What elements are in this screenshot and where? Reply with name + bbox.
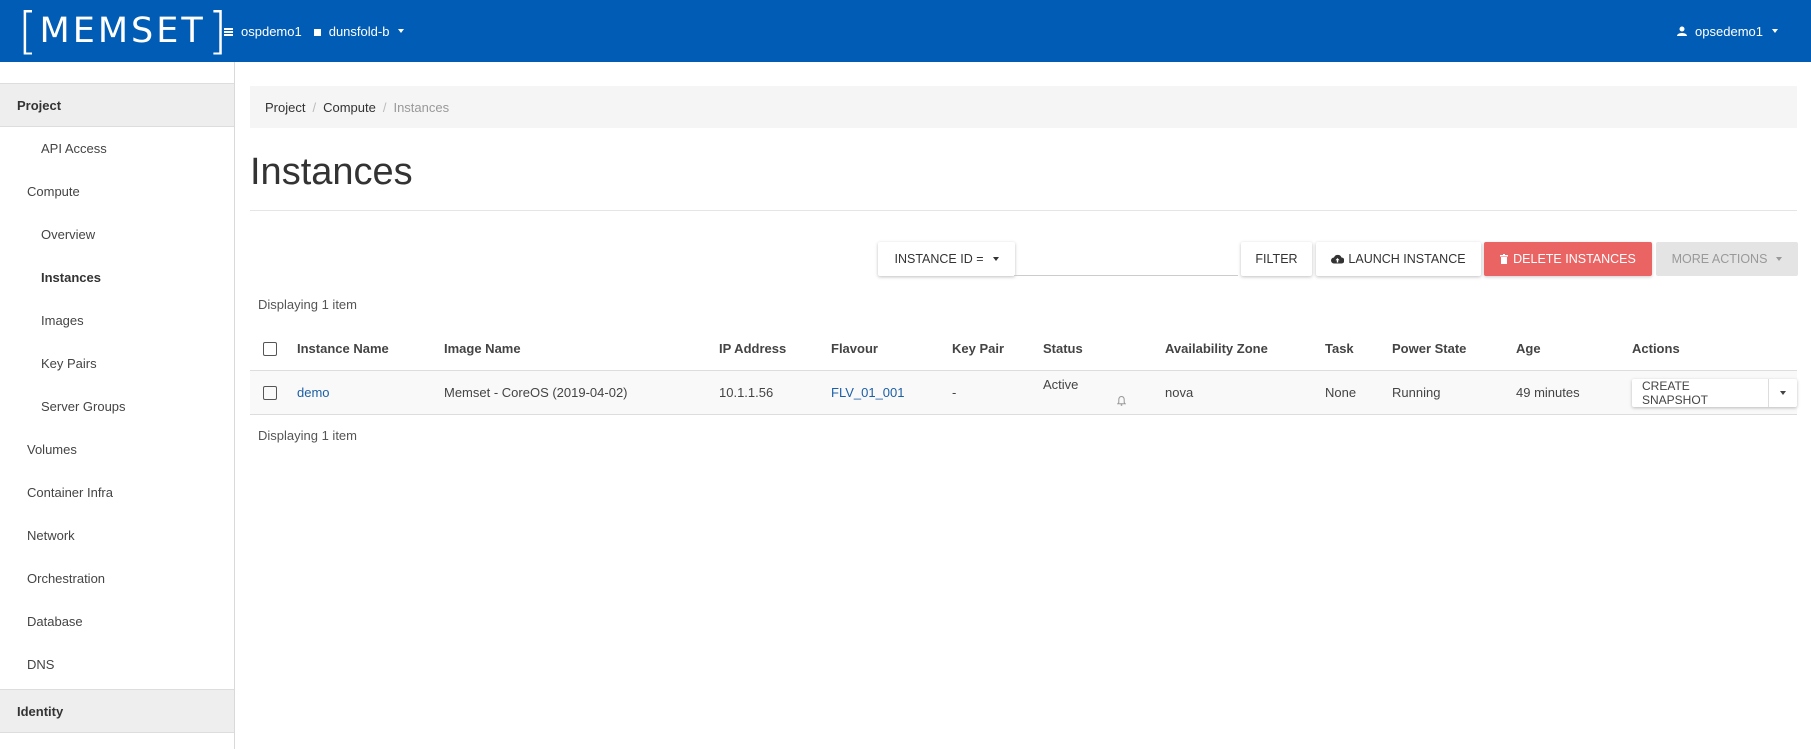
create-snapshot-button[interactable]: CREATE SNAPSHOT xyxy=(1632,378,1770,407)
power-state-cell: Running xyxy=(1392,370,1516,415)
chevron-down-icon xyxy=(1776,257,1783,261)
user-name: opsedemo1 xyxy=(1695,23,1763,39)
column-header-power-state[interactable]: Power State xyxy=(1392,327,1516,371)
sidebar-item-overview[interactable]: Overview xyxy=(0,213,234,256)
sidebar: Project API Access Compute Overview Inst… xyxy=(0,62,235,749)
sidebar-item-compute[interactable]: Compute xyxy=(0,170,234,213)
column-header-ip-address[interactable]: IP Address xyxy=(719,327,831,371)
breadcrumb-separator: / xyxy=(312,99,317,115)
filter-field-dropdown[interactable]: INSTANCE ID = xyxy=(878,242,1015,276)
sidebar-item-instances[interactable]: Instances xyxy=(0,256,234,299)
launch-instance-button[interactable]: LAUNCH INSTANCE xyxy=(1316,242,1481,276)
column-header-age[interactable]: Age xyxy=(1516,327,1632,371)
column-header-image-name[interactable]: Image Name xyxy=(444,327,719,371)
column-header-status[interactable]: Status xyxy=(1043,327,1165,371)
sidebar-item-server-groups[interactable]: Server Groups xyxy=(0,385,234,428)
status-cell: Active xyxy=(1043,370,1165,415)
column-header-key-pair[interactable]: Key Pair xyxy=(952,327,1043,371)
instance-name-link[interactable]: demo xyxy=(297,385,330,400)
launch-instance-label: LAUNCH INSTANCE xyxy=(1348,252,1466,266)
sidebar-item-key-pairs[interactable]: Key Pairs xyxy=(0,342,234,385)
user-menu[interactable]: opsedemo1 xyxy=(1677,0,1778,62)
row-checkbox[interactable] xyxy=(263,385,277,400)
table-row: demo Memset - CoreOS (2019-04-02) 10.1.1… xyxy=(250,370,1797,415)
breadcrumb-project[interactable]: Project xyxy=(265,100,305,115)
top-navbar: [ MEMSET ] ospdemo1 dunsfold-b opsedemo1 xyxy=(0,0,1811,62)
chevron-down-icon xyxy=(1780,390,1787,395)
trash-icon xyxy=(1500,254,1509,264)
filter-input[interactable] xyxy=(1014,242,1238,276)
sidebar-section-identity[interactable]: Identity xyxy=(0,689,234,733)
project-region-dropdown[interactable]: ospdemo1 dunsfold-b xyxy=(224,0,405,62)
row-actions-group: CREATE SNAPSHOT xyxy=(1632,378,1797,407)
column-header-availability-zone[interactable]: Availability Zone xyxy=(1165,327,1325,371)
breadcrumb-instances: Instances xyxy=(393,99,450,115)
sidebar-item-orchestration[interactable]: Orchestration xyxy=(0,557,234,600)
cloud-upload-icon xyxy=(1331,254,1345,264)
sidebar-section-project[interactable]: Project xyxy=(0,83,234,127)
chevron-down-icon xyxy=(398,29,405,33)
filter-button[interactable]: FILTER xyxy=(1241,242,1312,276)
availability-zone-cell: nova xyxy=(1165,370,1325,415)
key-pair-cell: - xyxy=(952,370,1043,415)
sidebar-item-api-access[interactable]: API Access xyxy=(0,127,234,170)
sidebar-item-dns[interactable]: DNS xyxy=(0,643,234,686)
breadcrumb: Project / Compute / Instances xyxy=(250,86,1797,128)
item-count-bottom: Displaying 1 item xyxy=(258,427,357,443)
breadcrumb-compute[interactable]: Compute xyxy=(323,100,376,115)
filter-field-label: INSTANCE ID = xyxy=(894,252,984,266)
sidebar-item-container-infra[interactable]: Container Infra xyxy=(0,471,234,514)
task-cell: None xyxy=(1325,370,1392,415)
age-cell: 49 minutes xyxy=(1516,370,1632,415)
column-header-actions: Actions xyxy=(1632,327,1797,371)
delete-instances-button[interactable]: DELETE INSTANCES xyxy=(1484,242,1652,276)
table-toolbar: INSTANCE ID = FILTER LAUNCH INSTANCE DEL… xyxy=(250,211,1798,276)
sidebar-item-images[interactable]: Images xyxy=(0,299,234,342)
chevron-down-icon xyxy=(1772,29,1778,33)
delete-instances-label: DELETE INSTANCES xyxy=(1513,252,1636,266)
image-name-cell: Memset - CoreOS (2019-04-02) xyxy=(444,370,719,415)
actions-cell: CREATE SNAPSHOT xyxy=(1632,370,1797,415)
project-icon xyxy=(224,24,233,39)
main-content: Project / Compute / Instances Instances … xyxy=(250,62,1798,443)
table-header-row: Instance Name Image Name IP Address Flav… xyxy=(250,327,1797,371)
memset-logo[interactable]: [ MEMSET ] xyxy=(18,2,227,60)
flavour-link[interactable]: FLV_01_001 xyxy=(831,385,905,400)
sidebar-item-volumes[interactable]: Volumes xyxy=(0,428,234,471)
row-actions-dropdown-toggle[interactable] xyxy=(1769,379,1797,407)
filter-button-label: FILTER xyxy=(1255,252,1298,266)
logo-bracket-left: [ xyxy=(18,2,38,60)
instances-table: Instance Name Image Name IP Address Flav… xyxy=(250,327,1797,415)
more-actions-label: MORE ACTIONS xyxy=(1671,252,1768,266)
column-header-instance-name[interactable]: Instance Name xyxy=(297,327,444,371)
select-all-checkbox[interactable] xyxy=(263,342,277,357)
region-name: dunsfold-b xyxy=(328,23,390,39)
item-count-top: Displaying 1 item xyxy=(258,297,357,312)
status-text: Active xyxy=(1043,377,1079,392)
sidebar-item-database[interactable]: Database xyxy=(0,600,234,643)
bell-icon xyxy=(1117,395,1126,406)
column-header-flavour[interactable]: Flavour xyxy=(831,327,952,371)
user-icon xyxy=(1677,24,1688,39)
page-title: Instances xyxy=(250,151,413,193)
logo-text: MEMSET xyxy=(39,11,206,51)
ip-address-cell: 10.1.1.56 xyxy=(719,370,831,415)
sidebar-item-network[interactable]: Network xyxy=(0,514,234,557)
project-name: ospdemo1 xyxy=(241,23,302,39)
column-header-task[interactable]: Task xyxy=(1325,327,1392,371)
region-icon xyxy=(313,24,321,39)
more-actions-button[interactable]: MORE ACTIONS xyxy=(1656,242,1798,276)
chevron-down-icon xyxy=(992,257,999,261)
breadcrumb-separator: / xyxy=(382,99,387,115)
